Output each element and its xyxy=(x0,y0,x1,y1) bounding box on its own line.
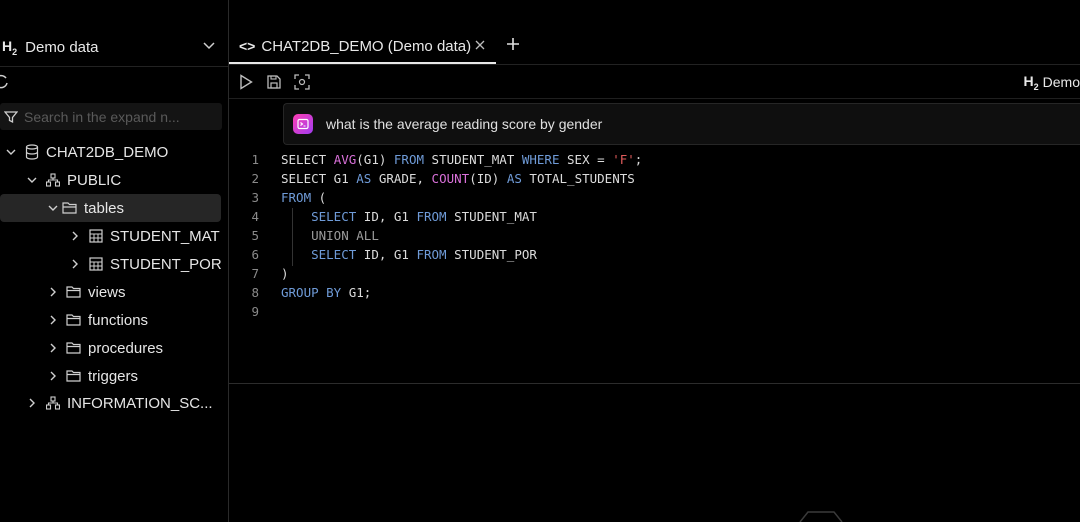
tree-label: INFORMATION_SC... xyxy=(67,394,213,412)
tab-title: CHAT2DB_DEMO (Demo data) xyxy=(261,37,472,55)
tree-label: PUBLIC xyxy=(67,171,122,189)
line-number: 5 xyxy=(251,228,259,243)
indent-guide xyxy=(292,208,293,266)
save-button[interactable] xyxy=(265,73,283,91)
tree-node-functions[interactable]: functions xyxy=(46,306,148,334)
ai-prompt-bar[interactable]: what is the average reading score by gen… xyxy=(283,103,1080,145)
line-number: 6 xyxy=(251,247,259,262)
database-name: Demo xyxy=(1042,74,1080,91)
tree-node-triggers[interactable]: triggers xyxy=(46,362,138,390)
tree-node-information-schema[interactable]: INFORMATION_SC... xyxy=(25,389,213,417)
format-scan-button[interactable] xyxy=(293,73,311,91)
code-line-6: SELECT ID, G1 FROM STUDENT_POR xyxy=(311,247,537,262)
chevron-right-icon[interactable] xyxy=(25,396,39,410)
tab-bar: <> CHAT2DB_DEMO (Demo data) xyxy=(229,30,1080,65)
code-line-1: SELECT AVG(G1) FROM STUDENT_MAT WHERE SE… xyxy=(281,152,643,167)
tree-node-views[interactable]: views xyxy=(46,278,126,306)
editor-toolbar: H2 Demo xyxy=(229,66,1080,99)
folder-icon xyxy=(66,284,82,300)
chevron-down-icon[interactable] xyxy=(46,201,60,215)
ai-assistant-icon xyxy=(293,114,313,134)
line-number: 9 xyxy=(251,304,259,319)
code-icon: <> xyxy=(239,38,256,54)
ai-prompt-text: what is the average reading score by gen… xyxy=(326,116,603,132)
search-box[interactable] xyxy=(0,103,222,130)
chevron-right-icon[interactable] xyxy=(46,369,60,383)
tree-node-tables[interactable]: tables xyxy=(0,194,221,222)
h2-database-icon: H2 xyxy=(1023,73,1039,92)
line-number: 2 xyxy=(251,171,259,186)
tab-chat2db-demo[interactable]: <> CHAT2DB_DEMO (Demo data) xyxy=(229,30,496,64)
chevron-down-icon[interactable] xyxy=(4,145,18,159)
line-number: 3 xyxy=(251,190,259,205)
tree-label: STUDENT_MAT xyxy=(110,227,220,245)
tree-label: procedures xyxy=(88,339,164,357)
current-database-label[interactable]: H2 Demo xyxy=(1024,73,1080,92)
tree-label: functions xyxy=(88,311,149,329)
schema-icon xyxy=(45,172,61,188)
tree-label: views xyxy=(88,283,126,301)
line-number: 7 xyxy=(251,266,259,281)
table-icon xyxy=(88,228,104,244)
line-number: 8 xyxy=(251,285,259,300)
chevron-right-icon[interactable] xyxy=(46,285,60,299)
close-icon[interactable] xyxy=(474,38,486,56)
tree-node-student-mat[interactable]: STUDENT_MAT xyxy=(68,222,220,250)
database-selector[interactable]: H2 Demo data xyxy=(0,34,228,60)
folder-icon xyxy=(66,312,82,328)
sql-editor[interactable]: 1 SELECT AVG(G1) FROM STUDENT_MAT WHERE S… xyxy=(229,148,1080,384)
search-input[interactable] xyxy=(22,107,216,126)
code-line-7: ) xyxy=(281,266,289,281)
divider xyxy=(0,66,228,67)
database-name: Demo data xyxy=(25,38,99,56)
folder-icon xyxy=(66,368,82,384)
code-line-2: SELECT G1 AS GRADE, COUNT(ID) AS TOTAL_S… xyxy=(281,171,635,186)
tree-node-student-por[interactable]: STUDENT_POR xyxy=(68,250,222,278)
folder-open-icon xyxy=(62,200,78,216)
tree-node-public[interactable]: PUBLIC xyxy=(25,166,121,194)
tree-label: triggers xyxy=(88,367,139,385)
chevron-right-icon[interactable] xyxy=(46,313,60,327)
code-line-8: GROUP BY G1; xyxy=(281,285,372,300)
line-number: 1 xyxy=(251,152,259,167)
filter-icon xyxy=(4,110,18,123)
line-number: 4 xyxy=(251,209,259,224)
code-line-5: UNION ALL xyxy=(311,228,379,243)
tree-node-chat2db-demo[interactable]: CHAT2DB_DEMO xyxy=(4,138,168,166)
chevron-down-icon[interactable] xyxy=(202,38,216,57)
add-tab-button[interactable] xyxy=(506,37,520,56)
schema-icon xyxy=(45,395,61,411)
h2-database-icon: H2 xyxy=(2,37,18,57)
code-line-3: FROM ( xyxy=(281,190,327,205)
database-icon xyxy=(24,144,40,160)
tree-label: CHAT2DB_DEMO xyxy=(46,143,169,161)
table-icon xyxy=(88,256,104,272)
folder-icon xyxy=(66,340,82,356)
tree-label: tables xyxy=(84,199,125,217)
run-button[interactable] xyxy=(237,73,255,91)
chevron-right-icon[interactable] xyxy=(68,257,82,271)
chevron-right-icon[interactable] xyxy=(68,229,82,243)
sidebar: H2 Demo data CHAT2DB_DEMO PUBLIC ta xyxy=(0,0,229,522)
refresh-icon[interactable] xyxy=(0,72,16,90)
chevron-down-icon[interactable] xyxy=(25,173,39,187)
chevron-right-icon[interactable] xyxy=(46,341,60,355)
collapse-handle-icon[interactable] xyxy=(796,508,846,522)
code-line-4: SELECT ID, G1 FROM STUDENT_MAT xyxy=(311,209,537,224)
tree-label: STUDENT_POR xyxy=(110,255,222,273)
tree-node-procedures[interactable]: procedures xyxy=(46,334,163,362)
editor-results-divider[interactable] xyxy=(229,383,1080,384)
